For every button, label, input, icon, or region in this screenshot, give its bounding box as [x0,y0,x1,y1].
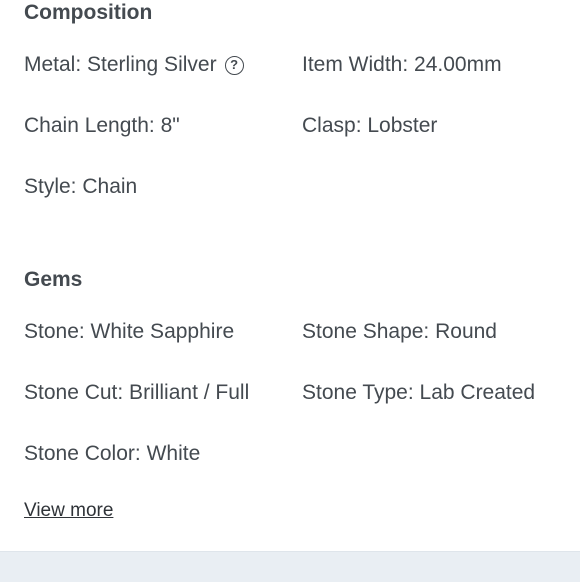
attribute-stone-color: Stone Color: White [24,442,201,465]
composition-heading: Composition [24,1,153,24]
attribute-stone-type: Stone Type: Lab Created [302,381,536,404]
attribute-stone-shape: Stone Shape: Round [302,320,497,343]
attribute-stone-cut: Stone Cut: Brilliant / Full [24,381,250,404]
gems-heading: Gems [24,268,83,291]
attribute-style: Style: Chain [24,175,138,198]
bottom-panel [0,551,580,582]
help-question-icon[interactable]: ? [224,55,244,75]
attribute-metal-label: Metal: Sterling Silver [24,53,217,76]
attribute-metal: Metal: Sterling Silver ? [24,52,244,78]
attribute-item-width: Item Width: 24.00mm [302,53,502,76]
attribute-clasp: Clasp: Lobster [302,114,438,137]
view-more-link[interactable]: View more [24,499,113,523]
attribute-chain-length: Chain Length: 8" [24,114,180,137]
attribute-stone: Stone: White Sapphire [24,320,235,343]
